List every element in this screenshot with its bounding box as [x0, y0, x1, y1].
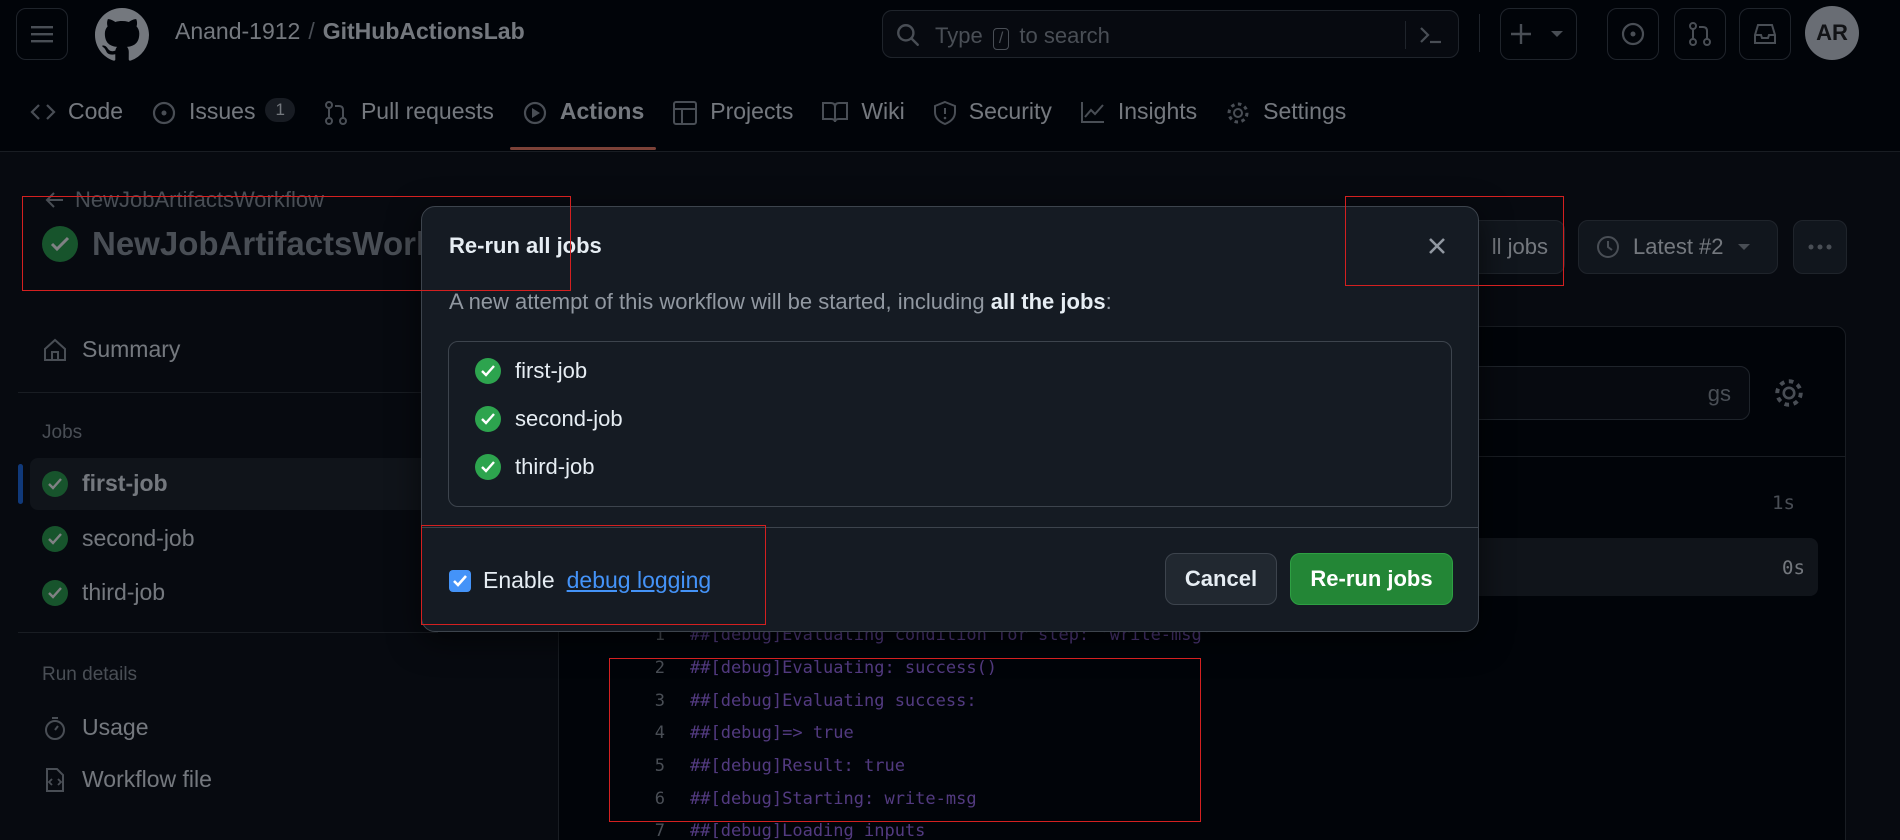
success-icon: [475, 406, 501, 432]
debug-logging-checkbox[interactable]: [449, 569, 471, 592]
job-list-item: third-job: [475, 454, 594, 480]
debug-logging-label: Enable: [483, 567, 555, 593]
job-list-item: second-job: [475, 406, 623, 432]
success-icon: [475, 358, 501, 384]
dialog-description: A new attempt of this workflow will be s…: [449, 289, 1112, 314]
checkmark-icon: [453, 574, 467, 587]
dialog-divider: [422, 527, 1478, 528]
debug-logging-option: Enable debug logging: [449, 567, 711, 594]
rerun-dialog: Re-run all jobs A new attempt of this wo…: [421, 206, 1479, 632]
dialog-title: Re-run all jobs: [449, 233, 602, 258]
close-icon[interactable]: [1422, 231, 1452, 261]
job-list: first-job second-job third-job: [448, 341, 1452, 507]
debug-logging-link[interactable]: debug logging: [567, 567, 712, 594]
rerun-jobs-button[interactable]: Re-run jobs: [1290, 553, 1453, 605]
success-icon: [475, 454, 501, 480]
cancel-button[interactable]: Cancel: [1165, 553, 1277, 605]
job-list-item: first-job: [475, 358, 587, 384]
